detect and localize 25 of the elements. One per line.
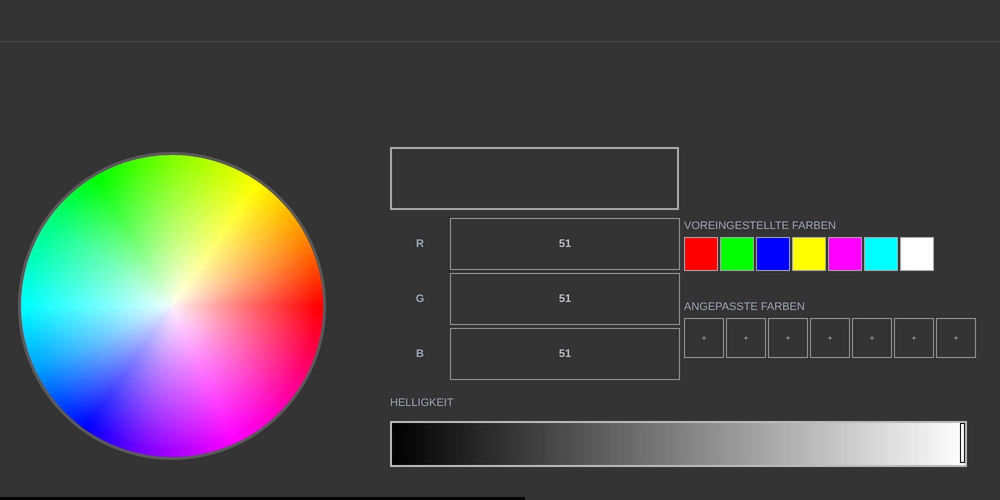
- channel-label: G: [414, 293, 426, 305]
- channel-label: R: [415, 238, 425, 250]
- section-title: ANGEPASSTE FARBEN: [684, 301, 806, 313]
- add-color-button[interactable]: +: [852, 318, 892, 358]
- add-color-button[interactable]: +: [810, 318, 850, 358]
- channel-label: B: [415, 348, 425, 360]
- color-swatch[interactable]: [756, 237, 790, 271]
- color-swatch[interactable]: [684, 237, 718, 271]
- brightness-slider[interactable]: [390, 421, 967, 467]
- channel-input[interactable]: 51: [450, 328, 680, 380]
- add-color-button[interactable]: +: [684, 318, 724, 358]
- color-swatch[interactable]: [900, 237, 934, 271]
- add-color-button[interactable]: +: [726, 318, 766, 358]
- color-swatch[interactable]: [864, 237, 898, 271]
- channel-input[interactable]: 51: [450, 273, 680, 325]
- add-color-button[interactable]: +: [936, 318, 976, 358]
- brightness-label: HELLIGKEIT: [390, 397, 455, 409]
- color-swatch[interactable]: [828, 237, 862, 271]
- slider-thumb[interactable]: [960, 423, 965, 463]
- add-color-button[interactable]: +: [894, 318, 934, 358]
- add-color-button[interactable]: +: [768, 318, 808, 358]
- section-title: VOREINGESTELLTE FARBEN: [684, 220, 838, 232]
- color-swatch[interactable]: [720, 237, 754, 271]
- channel-input[interactable]: 51: [450, 218, 680, 270]
- color-swatch[interactable]: [792, 237, 826, 271]
